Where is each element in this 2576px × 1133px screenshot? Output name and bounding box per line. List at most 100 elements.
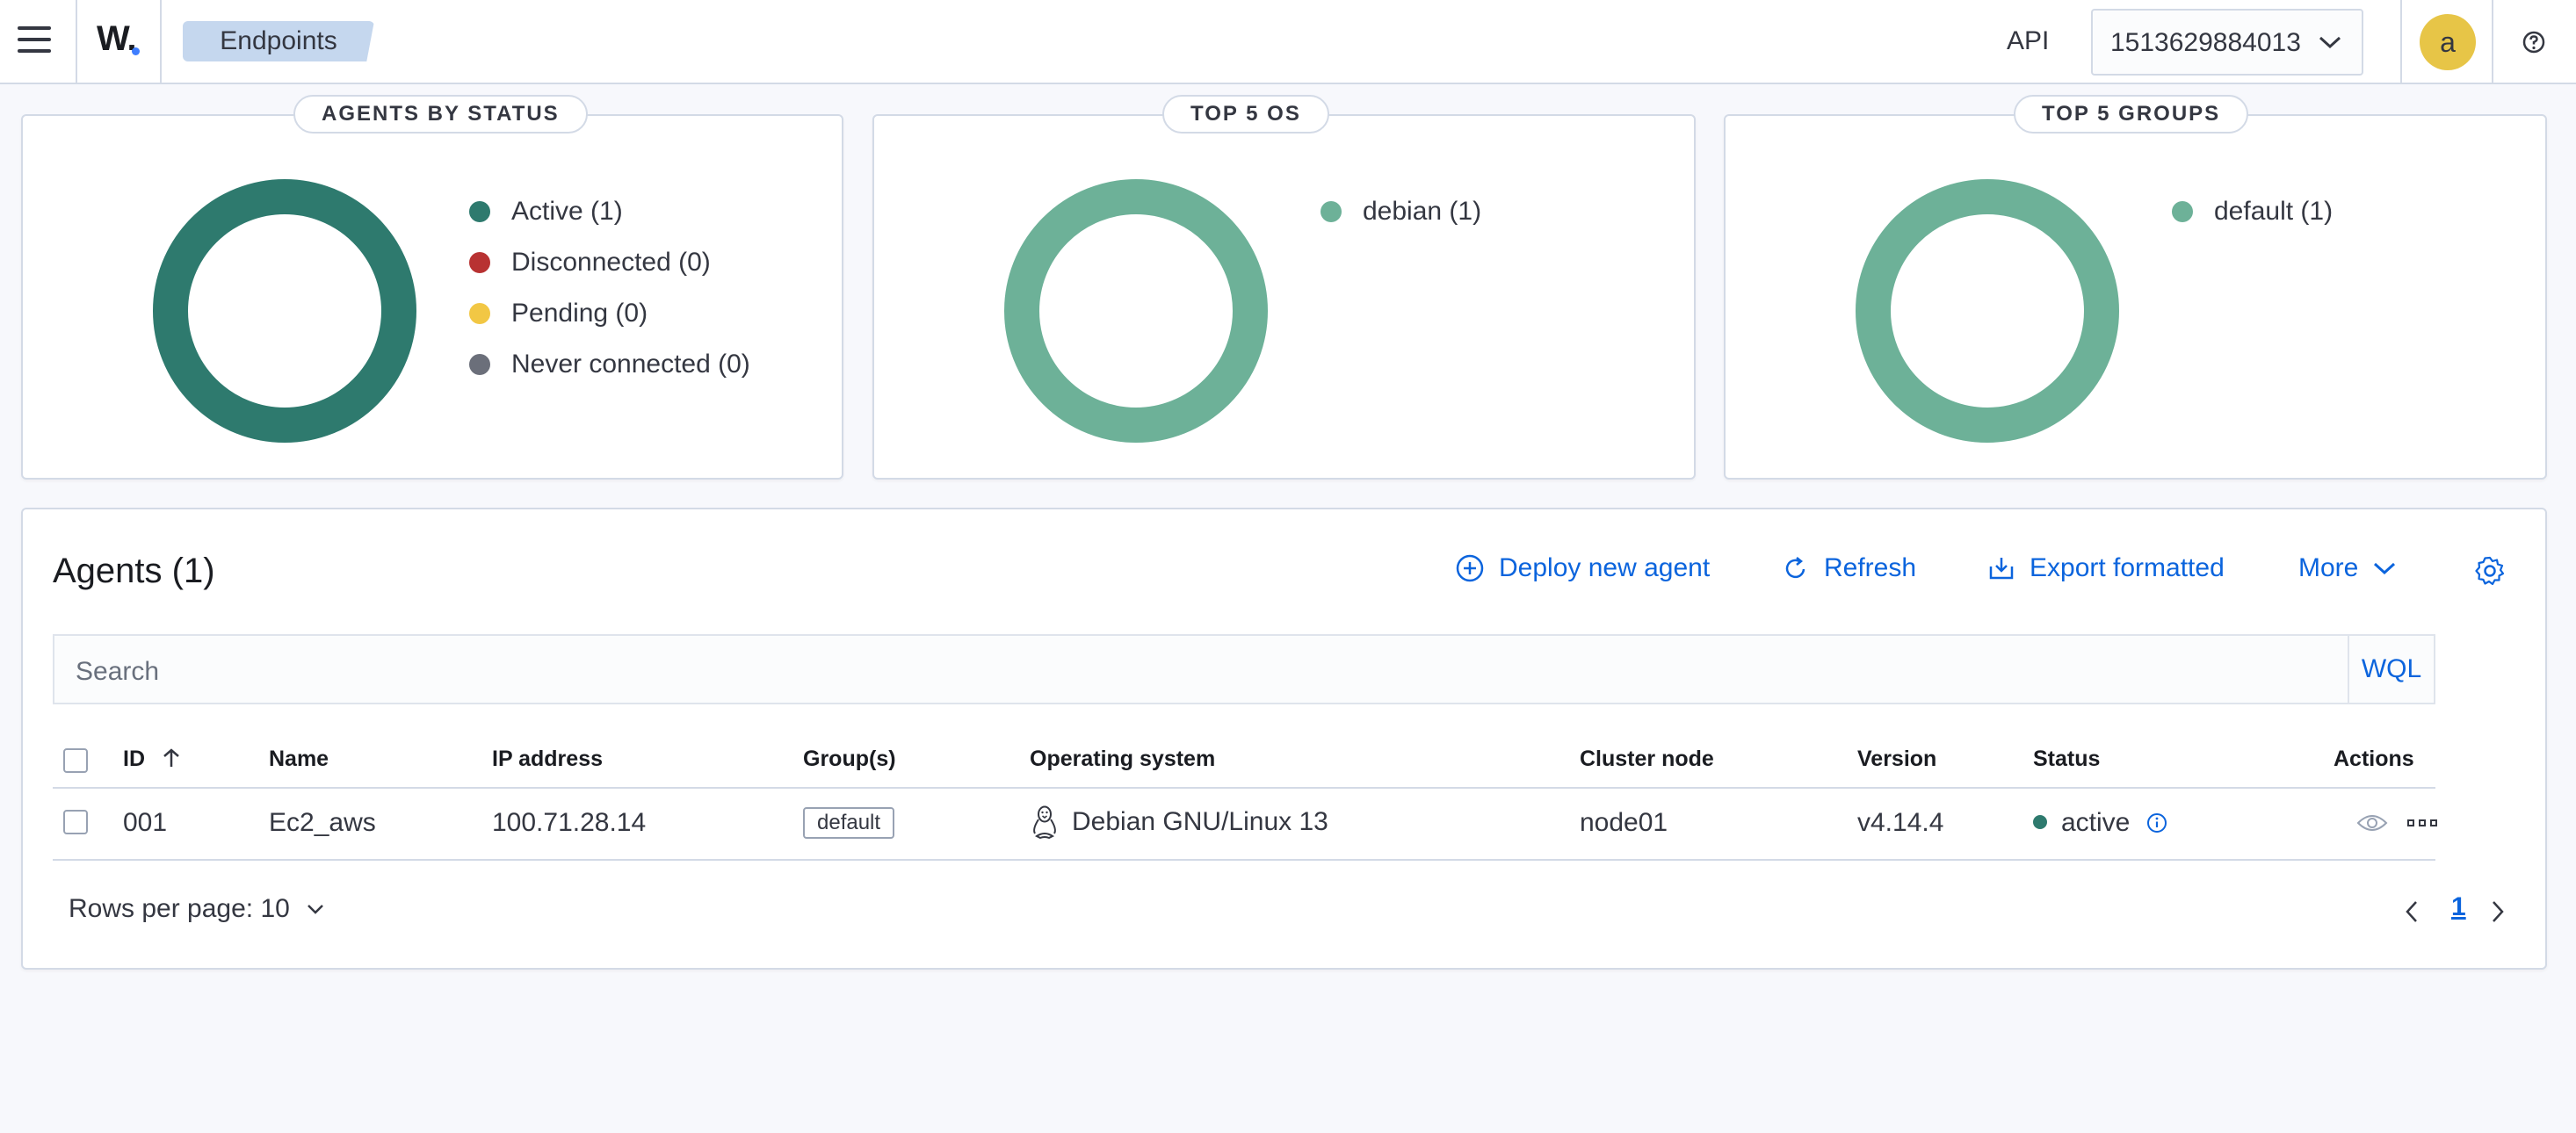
card-title: AGENTS BY STATUS	[293, 95, 588, 134]
status-donut-chart	[153, 179, 416, 443]
card-title: TOP 5 GROUPS	[2014, 95, 2249, 134]
row-checkbox[interactable]	[63, 810, 88, 834]
os-legend: debian (1)	[1321, 186, 1481, 237]
legend-dot	[469, 201, 490, 222]
column-header-os[interactable]: Operating system	[1030, 747, 1215, 772]
refresh-label: Refresh	[1824, 553, 1917, 582]
column-header-name[interactable]: Name	[269, 747, 329, 772]
card-title: TOP 5 OS	[1162, 95, 1329, 134]
divider	[2400, 0, 2402, 83]
gear-icon[interactable]	[2474, 555, 2506, 587]
donut-segment-debian[interactable]	[1004, 179, 1268, 443]
search-input[interactable]: Search	[76, 657, 159, 687]
linux-penguin-icon	[1033, 805, 1056, 840]
more-button[interactable]: More	[2298, 553, 2397, 583]
agents-by-status-card: AGENTS BY STATUS Active (1) Disconnected…	[21, 95, 843, 480]
column-header-id[interactable]: ID	[123, 747, 181, 772]
agents-panel: Agents (1) Deploy new agent Refresh Expo…	[21, 508, 2547, 970]
table-row[interactable]: 001 Ec2_aws 100.71.28.14 default Debian …	[53, 789, 2437, 861]
chevron-down-icon	[2374, 562, 2396, 575]
column-header-status[interactable]: Status	[2033, 747, 2100, 772]
donut-segment-active[interactable]	[153, 179, 416, 443]
breadcrumb-endpoints[interactable]: Endpoints	[183, 21, 374, 61]
help-icon[interactable]	[2522, 30, 2546, 54]
column-label: ID	[123, 747, 145, 771]
legend-item-default[interactable]: default (1)	[2172, 186, 2333, 237]
divider	[76, 0, 77, 83]
legend-item-pending[interactable]: Pending (0)	[469, 288, 750, 339]
column-header-actions: Actions	[2334, 747, 2414, 771]
legend-dot	[1321, 201, 1342, 222]
column-header-ip[interactable]: IP address	[492, 747, 603, 772]
chevron-down-icon	[307, 905, 323, 914]
column-header-cluster-node[interactable]: Cluster node	[1580, 747, 1714, 772]
legend-item-active[interactable]: Active (1)	[469, 186, 750, 237]
logo[interactable]: W.	[97, 19, 137, 59]
legend-dot	[469, 354, 490, 375]
top-bar: W. Endpoints API 1513629884013 a	[0, 0, 2576, 84]
cell-name: Ec2_aws	[269, 808, 376, 837]
legend-dot	[2172, 201, 2193, 222]
cell-version: v4.14.4	[1857, 808, 1944, 837]
table-header: ID Name IP address Group(s) Operating sy…	[53, 734, 2435, 789]
legend-label: debian (1)	[1363, 197, 1482, 226]
cell-groups: default	[803, 806, 895, 839]
export-icon	[1989, 558, 2014, 580]
info-icon[interactable]	[2146, 812, 2167, 834]
deploy-new-agent-button[interactable]: Deploy new agent	[1455, 553, 1710, 583]
refresh-icon	[1785, 557, 1805, 579]
rows-per-page-selector[interactable]: Rows per page: 10	[69, 894, 325, 924]
os-label: Debian GNU/Linux 13	[1072, 807, 1328, 836]
view-eye-icon[interactable]	[2356, 812, 2388, 834]
cell-os: Debian GNU/Linux 13	[1030, 805, 1328, 840]
wql-toggle-button[interactable]: WQL	[2348, 636, 2434, 703]
page-number-current[interactable]: 1	[2451, 892, 2466, 922]
legend-dot	[469, 252, 490, 273]
logo-dot	[132, 47, 140, 55]
more-actions-icon[interactable]	[2407, 819, 2437, 827]
groups-donut-chart	[1856, 179, 2119, 443]
plus-circle-icon	[1456, 554, 1484, 582]
agents-title: Agents (1)	[53, 552, 215, 590]
refresh-button[interactable]: Refresh	[1782, 553, 1916, 583]
more-label: More	[2298, 553, 2359, 582]
status-legend: Active (1) Disconnected (0) Pending (0) …	[469, 186, 750, 390]
api-selector[interactable]: 1513629884013	[2091, 9, 2363, 76]
divider	[160, 0, 162, 83]
cell-ip: 100.71.28.14	[492, 808, 647, 837]
menu-icon[interactable]	[18, 26, 51, 58]
status-label: active	[2061, 808, 2131, 837]
api-selected-value: 1513629884013	[2110, 28, 2301, 57]
os-donut-chart	[1004, 179, 1268, 443]
export-formatted-button[interactable]: Export formatted	[1987, 553, 2225, 583]
rows-per-page-label: Rows per page: 10	[69, 894, 290, 923]
top-5-groups-card: TOP 5 GROUPS default (1)	[1724, 95, 2547, 480]
select-all-checkbox[interactable]	[63, 748, 88, 773]
column-header-groups[interactable]: Group(s)	[803, 747, 896, 772]
legend-item-debian[interactable]: debian (1)	[1321, 186, 1481, 237]
legend-item-disconnected[interactable]: Disconnected (0)	[469, 237, 750, 288]
status-dot	[2033, 815, 2047, 830]
cell-id: 001	[123, 808, 168, 837]
legend-item-never-connected[interactable]: Never connected (0)	[469, 339, 750, 390]
legend-dot	[469, 303, 490, 324]
previous-page-icon[interactable]	[2404, 899, 2420, 924]
legend-label: Active (1)	[511, 197, 623, 226]
legend-label: Pending (0)	[511, 299, 648, 328]
legend-label: Never connected (0)	[511, 350, 750, 379]
cell-status: active	[2033, 808, 2167, 838]
api-label: API	[2007, 26, 2050, 55]
group-badge[interactable]: default	[803, 807, 895, 839]
user-avatar[interactable]: a	[2420, 14, 2476, 70]
export-label: Export formatted	[2030, 553, 2225, 582]
top-5-os-card: TOP 5 OS debian (1)	[872, 95, 1696, 480]
search-bar: Search WQL	[53, 634, 2435, 704]
donut-segment-default[interactable]	[1856, 179, 2119, 443]
chevron-down-icon	[2319, 36, 2341, 49]
next-page-icon[interactable]	[2490, 899, 2506, 924]
legend-label: Disconnected (0)	[511, 248, 711, 277]
divider	[2492, 0, 2493, 83]
column-header-version[interactable]: Version	[1857, 747, 1936, 772]
groups-legend: default (1)	[2172, 186, 2333, 237]
deploy-label: Deploy new agent	[1499, 553, 1711, 582]
